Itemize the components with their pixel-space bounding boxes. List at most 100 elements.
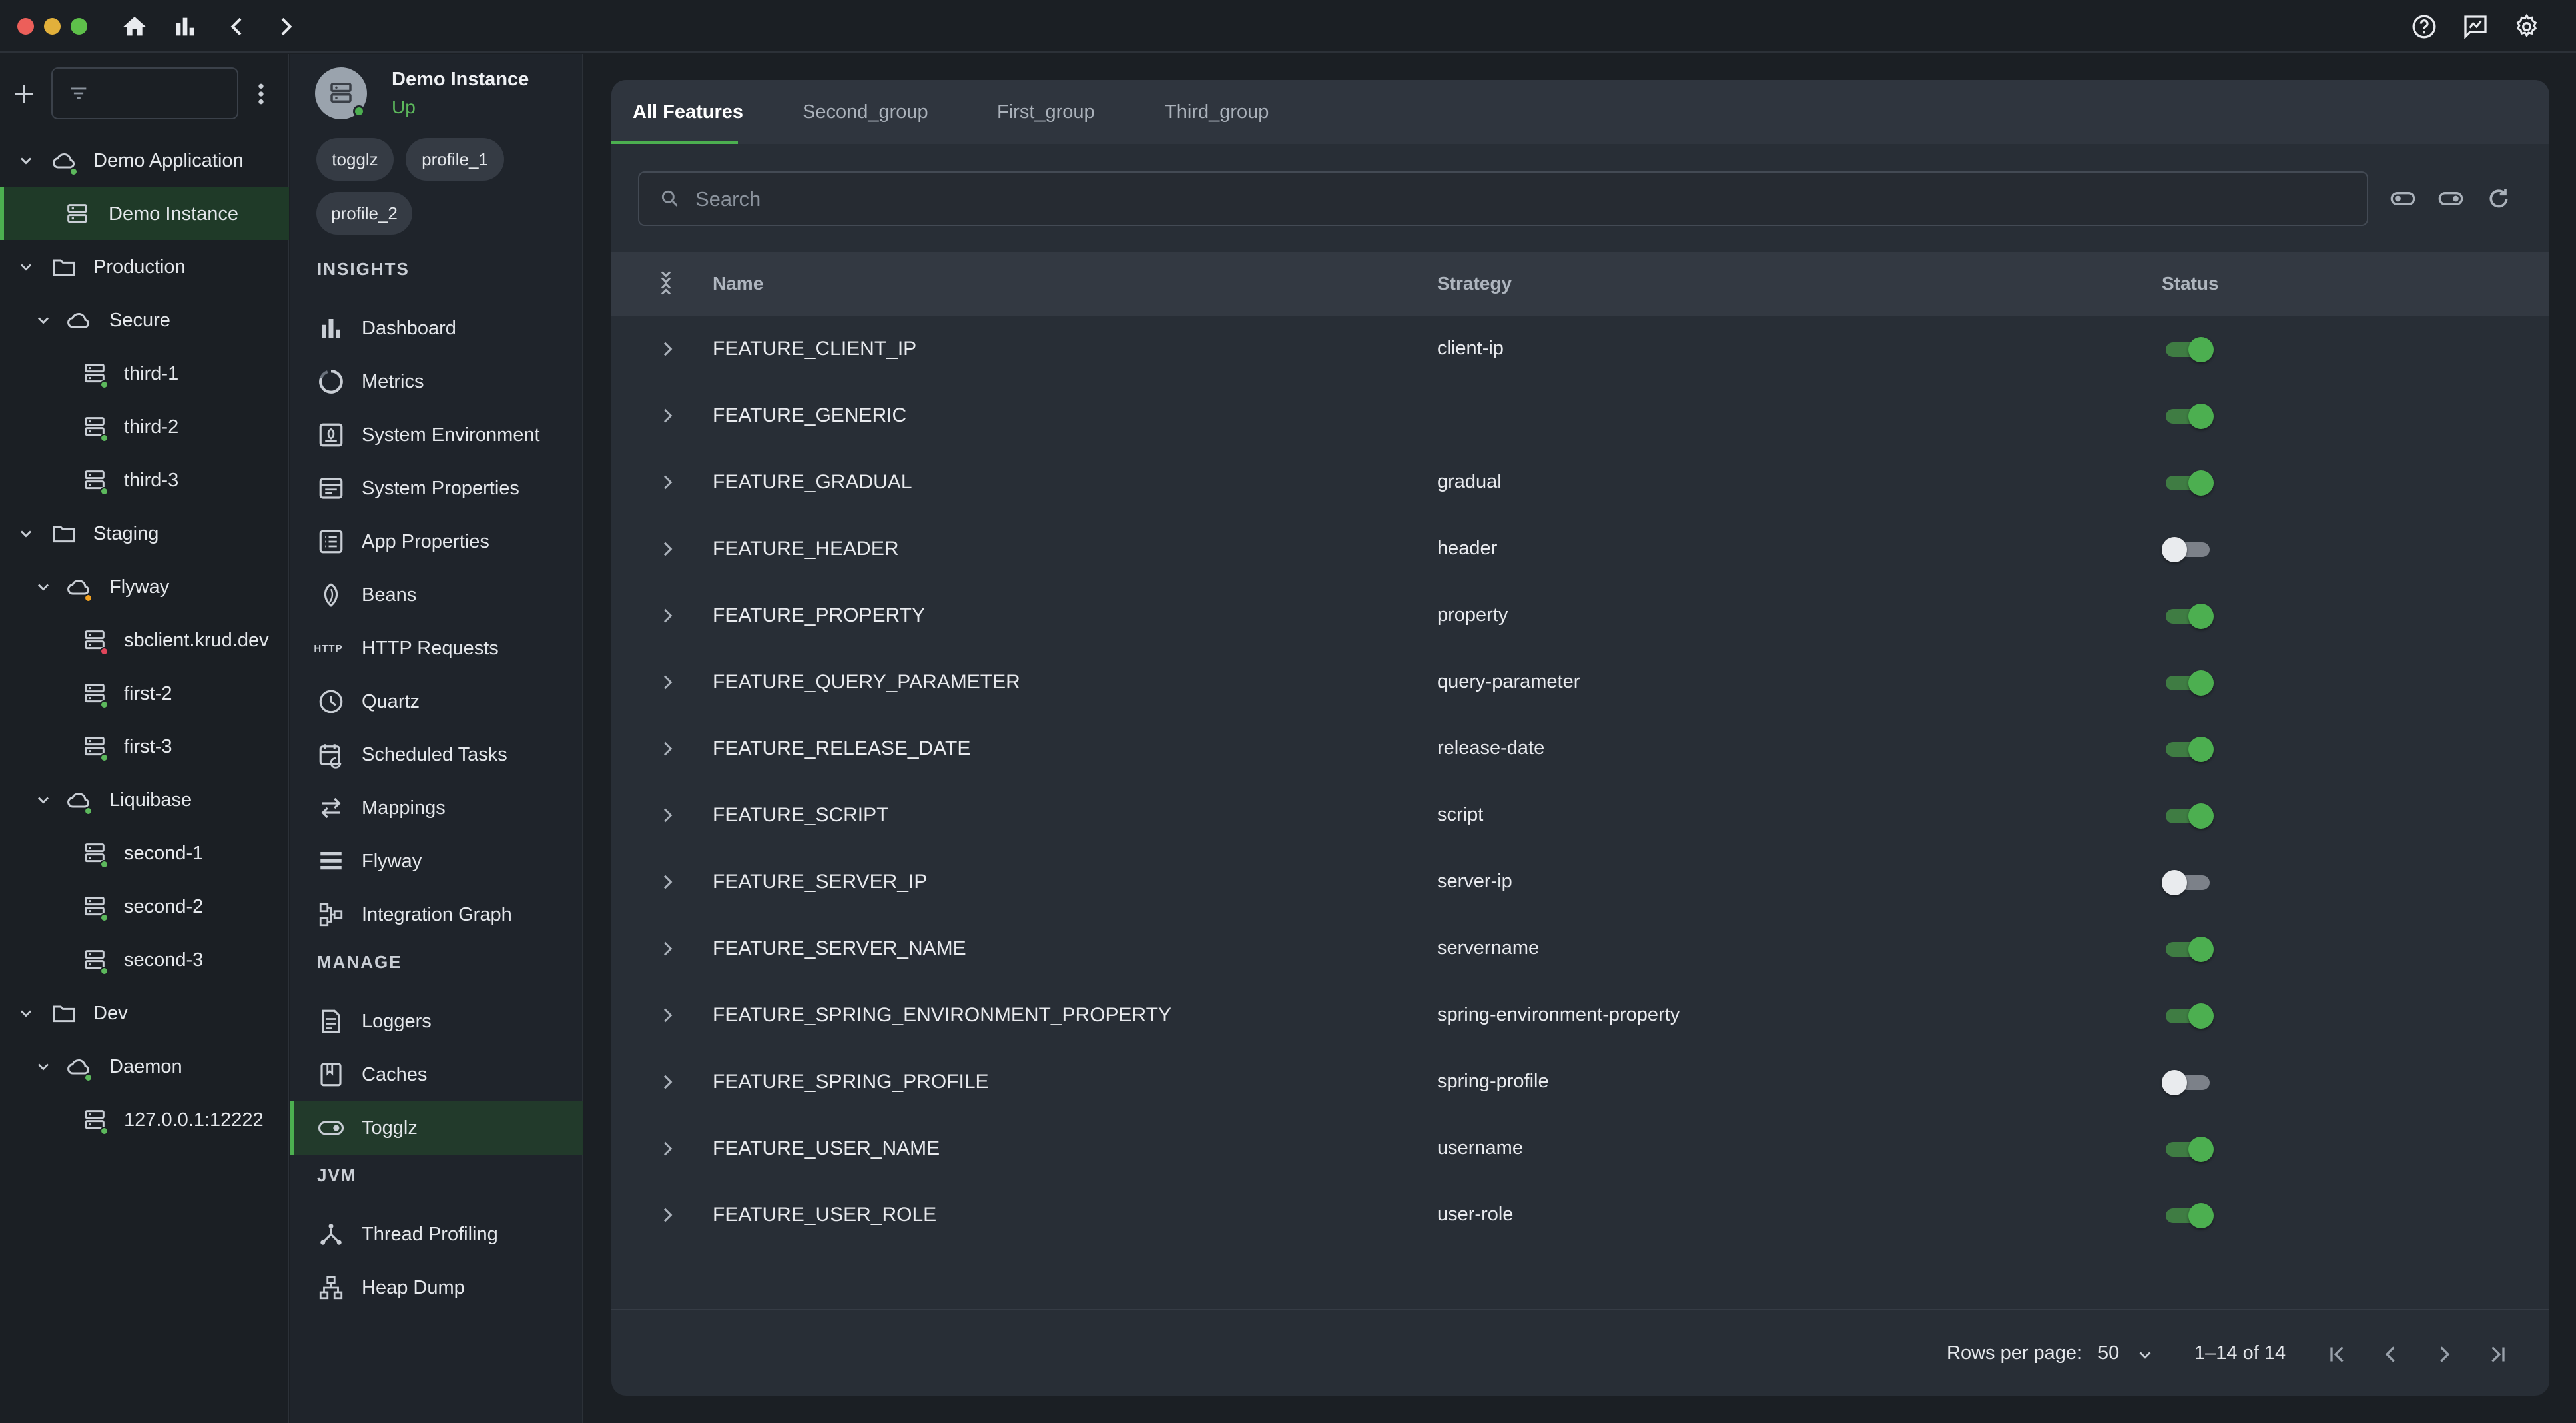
- tab-second-group[interactable]: Second_group: [803, 80, 928, 144]
- refresh-icon[interactable]: [2481, 181, 2516, 216]
- nav-item-system-environment[interactable]: System Environment: [290, 408, 583, 462]
- table-row[interactable]: FEATURE_SPRING_PROFILE spring-profile: [611, 1049, 2549, 1115]
- expand-all-icon[interactable]: [654, 269, 681, 298]
- tree-node-first-3[interactable]: first-3: [0, 720, 289, 773]
- close-window-button[interactable]: [17, 18, 34, 35]
- feature-status-toggle[interactable]: [2163, 337, 2214, 362]
- rows-per-page-select[interactable]: 50: [2098, 1337, 2164, 1370]
- more-vert-icon[interactable]: [254, 81, 274, 107]
- last-page-icon[interactable]: [2483, 1340, 2512, 1369]
- tree-node-third-3[interactable]: third-3: [0, 454, 289, 507]
- settings-icon[interactable]: [2511, 11, 2543, 43]
- table-row[interactable]: FEATURE_USER_ROLE user-role: [611, 1182, 2549, 1248]
- nav-item-app-properties[interactable]: App Properties: [290, 515, 583, 568]
- nav-item-mappings[interactable]: Mappings: [290, 781, 583, 835]
- nav-item-scheduled-tasks[interactable]: Scheduled Tasks: [290, 728, 583, 781]
- chevron-right-icon[interactable]: [657, 805, 678, 826]
- feature-status-toggle[interactable]: [2163, 604, 2214, 629]
- nav-item-loggers[interactable]: Loggers: [290, 995, 583, 1048]
- help-icon[interactable]: [2408, 11, 2440, 43]
- table-row[interactable]: FEATURE_GRADUAL gradual: [611, 449, 2549, 516]
- chevron-down-icon[interactable]: [16, 1003, 36, 1023]
- chevron-right-icon[interactable]: [657, 1071, 678, 1093]
- chevron-right-icon[interactable]: [657, 1204, 678, 1226]
- table-row[interactable]: FEATURE_GENERIC: [611, 382, 2549, 449]
- bar-chart-icon[interactable]: [169, 11, 201, 43]
- feature-status-toggle[interactable]: [2162, 537, 2212, 562]
- disable-all-icon[interactable]: [2386, 181, 2420, 216]
- chevron-down-icon[interactable]: [33, 1057, 53, 1077]
- feature-status-toggle[interactable]: [2162, 870, 2212, 895]
- previous-page-icon[interactable]: [2376, 1340, 2406, 1369]
- table-row[interactable]: FEATURE_USER_NAME username: [611, 1115, 2549, 1182]
- tree-node-production[interactable]: Production: [0, 240, 289, 294]
- tree-node-daemon[interactable]: Daemon: [0, 1040, 289, 1093]
- tree-filter-input[interactable]: [51, 67, 238, 119]
- next-page-icon[interactable]: [2429, 1340, 2459, 1369]
- feature-status-toggle[interactable]: [2163, 803, 2214, 829]
- chevron-right-icon[interactable]: [657, 871, 678, 893]
- table-row[interactable]: FEATURE_SCRIPT script: [611, 782, 2549, 849]
- tree-node-first-2[interactable]: first-2: [0, 667, 289, 720]
- chevron-right-icon[interactable]: [657, 472, 678, 493]
- chip-togglz[interactable]: togglz: [316, 138, 394, 181]
- add-icon[interactable]: [11, 81, 37, 107]
- chevron-right-icon[interactable]: [657, 1005, 678, 1026]
- tree-node-second-2[interactable]: second-2: [0, 880, 289, 933]
- chevron-down-icon[interactable]: [16, 151, 36, 171]
- table-row[interactable]: FEATURE_SERVER_IP server-ip: [611, 849, 2549, 915]
- feature-status-toggle[interactable]: [2163, 1137, 2214, 1162]
- nav-item-integration-graph[interactable]: Integration Graph: [290, 888, 583, 941]
- chevron-down-icon[interactable]: [16, 524, 36, 544]
- tree-node-flyway[interactable]: Flyway: [0, 560, 289, 614]
- table-row[interactable]: FEATURE_SERVER_NAME servername: [611, 915, 2549, 982]
- chevron-down-icon[interactable]: [33, 790, 53, 810]
- feature-status-toggle[interactable]: [2163, 670, 2214, 696]
- table-row[interactable]: FEATURE_QUERY_PARAMETER query-parameter: [611, 649, 2549, 715]
- forward-icon[interactable]: [270, 11, 302, 43]
- table-row[interactable]: FEATURE_CLIENT_IP client-ip: [611, 316, 2549, 382]
- table-row[interactable]: FEATURE_HEADER header: [611, 516, 2549, 582]
- nav-item-dashboard[interactable]: Dashboard: [290, 302, 583, 355]
- tree-node-third-1[interactable]: third-1: [0, 347, 289, 400]
- nav-item-caches[interactable]: Caches: [290, 1048, 583, 1101]
- home-icon[interactable]: [119, 11, 151, 43]
- feature-status-toggle[interactable]: [2163, 737, 2214, 762]
- nav-item-system-properties[interactable]: System Properties: [290, 462, 583, 515]
- chip-profile-1[interactable]: profile_1: [406, 138, 504, 181]
- chevron-right-icon[interactable]: [657, 338, 678, 360]
- tree-node-demo-instance[interactable]: Demo Instance: [0, 187, 289, 240]
- nav-item-quartz[interactable]: Quartz: [290, 675, 583, 728]
- nav-item-beans[interactable]: Beans: [290, 568, 583, 622]
- nav-item-flyway[interactable]: Flyway: [290, 835, 583, 888]
- column-header-status[interactable]: Status: [2162, 273, 2219, 294]
- tree-node-liquibase[interactable]: Liquibase: [0, 773, 289, 827]
- feature-status-toggle[interactable]: [2163, 404, 2214, 429]
- chip-profile-2[interactable]: profile_2: [316, 192, 412, 235]
- chevron-right-icon[interactable]: [657, 405, 678, 426]
- tree-node-staging[interactable]: Staging: [0, 507, 289, 560]
- back-icon[interactable]: [221, 11, 253, 43]
- zoom-window-button[interactable]: [71, 18, 87, 35]
- tab-all-features[interactable]: All Features: [633, 80, 743, 144]
- feature-status-toggle[interactable]: [2163, 937, 2214, 962]
- column-header-name[interactable]: Name: [713, 273, 763, 294]
- tree-node-demo-application[interactable]: Demo Application: [0, 134, 289, 187]
- table-row[interactable]: FEATURE_SPRING_ENVIRONMENT_PROPERTY sprin…: [611, 982, 2549, 1049]
- feature-status-toggle[interactable]: [2163, 470, 2214, 496]
- chevron-right-icon[interactable]: [657, 938, 678, 959]
- tree-node-sbclient-krud-dev[interactable]: sbclient.krud.dev: [0, 614, 289, 667]
- tree-node-127-0-0-1-12222[interactable]: 127.0.0.1:12222: [0, 1093, 289, 1147]
- first-page-icon[interactable]: [2323, 1340, 2352, 1369]
- column-header-strategy[interactable]: Strategy: [1437, 273, 1512, 294]
- table-row[interactable]: FEATURE_PROPERTY property: [611, 582, 2549, 649]
- feature-status-toggle[interactable]: [2163, 1203, 2214, 1228]
- feature-status-toggle[interactable]: [2163, 1003, 2214, 1029]
- chevron-right-icon[interactable]: [657, 605, 678, 626]
- tree-node-dev[interactable]: Dev: [0, 987, 289, 1040]
- tab-third-group[interactable]: Third_group: [1165, 80, 1269, 144]
- tree-node-second-1[interactable]: second-1: [0, 827, 289, 880]
- tree-node-second-3[interactable]: second-3: [0, 933, 289, 987]
- nav-item-metrics[interactable]: Metrics: [290, 355, 583, 408]
- nav-item-heap-dump[interactable]: Heap Dump: [290, 1261, 583, 1314]
